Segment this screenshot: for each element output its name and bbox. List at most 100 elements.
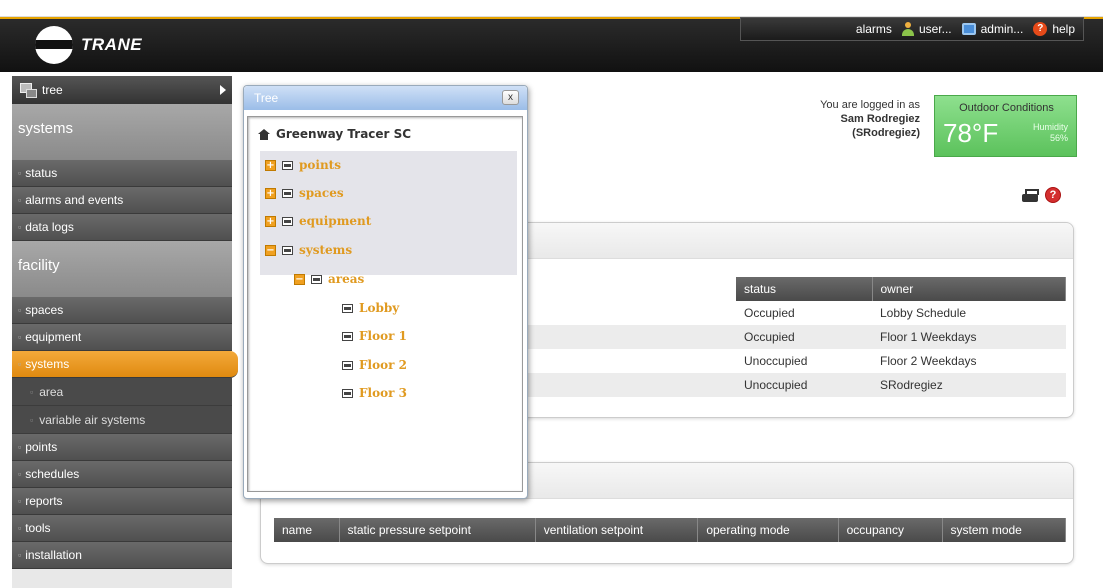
- outdoor-temp: 78°F: [943, 118, 999, 148]
- trane-logo[interactable]: TRANE: [35, 26, 142, 64]
- area-icon: [342, 388, 353, 398]
- sidebar-item-status[interactable]: ▫ status: [12, 160, 232, 187]
- tree-node-points[interactable]: + points: [265, 158, 341, 172]
- col-owner[interactable]: owner: [872, 277, 1066, 301]
- login-line: You are logged in as: [820, 99, 920, 111]
- col-ventilation-setpoint[interactable]: ventilation setpoint: [535, 518, 699, 542]
- expand-icon[interactable]: +: [265, 215, 276, 227]
- cell-owner: SRodregiez: [872, 373, 1066, 397]
- brand-name: TRANE: [81, 35, 143, 54]
- area-icon: [342, 303, 353, 313]
- collapse-icon[interactable]: −: [265, 244, 276, 256]
- close-button[interactable]: x: [502, 90, 519, 105]
- outdoor-title: Outdoor Conditions: [959, 102, 1054, 114]
- sidebar-item-schedules[interactable]: ▫ schedules: [12, 461, 232, 488]
- sidebar-item-label: tools: [25, 521, 51, 535]
- sidebar-subitem-variable-air-systems[interactable]: ▫ variable air systems: [12, 406, 232, 434]
- tree-node-spaces[interactable]: + spaces: [265, 186, 344, 200]
- expand-icon[interactable]: +: [265, 187, 276, 199]
- tree-node-areas[interactable]: − areas: [294, 272, 364, 286]
- cell-owner: Lobby Schedule: [880, 306, 967, 320]
- top-bar: [0, 0, 1103, 17]
- tree-leaf-label: Floor 2: [359, 358, 407, 372]
- sidebar: tree systems ▫ status ▫ alarms and events …: [12, 76, 238, 588]
- login-name: Sam Rodregiez: [840, 113, 920, 125]
- bullet-icon: ▫: [18, 195, 22, 205]
- nav-help-label: help: [1052, 22, 1075, 36]
- sidebar-item-label: alarms and events: [25, 193, 124, 207]
- login-username: (SRodregiez): [852, 127, 920, 139]
- tree-leaf-lobby[interactable]: Lobby: [342, 301, 399, 315]
- folder-icon: [282, 216, 293, 226]
- cell-status: Unoccupied: [736, 373, 872, 397]
- bullet-icon: ▫: [18, 222, 22, 232]
- folder-icon: [311, 274, 322, 284]
- expand-arrow-icon: [220, 85, 226, 95]
- tree-view: Greenway Tracer SC + points + spaces + e…: [247, 116, 523, 492]
- sidebar-item-spaces[interactable]: ▫ spaces: [12, 297, 232, 324]
- sidebar-item-points[interactable]: ▫ points: [12, 434, 232, 461]
- sidebar-item-tools[interactable]: ▫ tools: [12, 515, 232, 542]
- nav-help[interactable]: ? help: [1033, 22, 1075, 36]
- col-status[interactable]: status: [736, 277, 873, 301]
- col-system-mode[interactable]: system mode: [942, 518, 1066, 542]
- area-icon: [342, 331, 353, 341]
- sidebar-item-label: spaces: [25, 303, 64, 317]
- cell-owner: Floor 1 Weekdays: [872, 325, 1066, 349]
- help-icon: ?: [1033, 22, 1048, 36]
- cell-status: Occupied: [744, 306, 795, 320]
- user-icon: [901, 22, 914, 36]
- sidebar-item-alarms-and-events[interactable]: ▫ alarms and events: [12, 187, 232, 214]
- col-name[interactable]: name: [274, 518, 340, 542]
- col-operating-mode[interactable]: operating mode: [697, 518, 839, 542]
- folder-icon: [282, 245, 293, 255]
- vas-table: name static pressure setpoint ventilatio…: [274, 518, 1066, 542]
- bullet-icon: ▫: [30, 386, 34, 397]
- expand-icon[interactable]: +: [265, 159, 276, 171]
- cell-status: Unoccupied: [744, 354, 808, 368]
- tree-node-label: points: [299, 158, 341, 172]
- sidebar-item-label: points: [25, 440, 58, 454]
- outdoor-conditions[interactable]: Outdoor Conditions 78°F Humidity 56%: [934, 95, 1077, 157]
- nav-admin[interactable]: admin...: [961, 22, 1024, 36]
- collapse-icon[interactable]: −: [294, 273, 305, 285]
- tree-leaf-label: Floor 1: [359, 329, 407, 343]
- tree-node-label: spaces: [299, 186, 344, 200]
- monitor-icon: [961, 23, 976, 35]
- tree-node-equipment[interactable]: + equipment: [265, 214, 371, 228]
- sidebar-item-systems[interactable]: ▫ systems: [12, 351, 238, 378]
- sidebar-item-equipment[interactable]: ▫ equipment: [12, 324, 232, 351]
- home-icon: [258, 128, 270, 140]
- tree-node-systems[interactable]: − systems: [265, 243, 352, 257]
- col-static-pressure-setpoint[interactable]: static pressure setpoint: [339, 518, 536, 542]
- tree-node-label: systems: [299, 243, 353, 257]
- tree-window-title: Tree: [254, 91, 279, 105]
- sidebar-subitem-label: area: [39, 384, 64, 399]
- sidebar-item-reports[interactable]: ▫ reports: [12, 488, 232, 515]
- humidity-value: 56%: [1049, 133, 1068, 143]
- nav-user[interactable]: user...: [901, 22, 952, 36]
- tree-root-label: Greenway Tracer SC: [276, 127, 412, 141]
- nav-alarms[interactable]: alarms: [856, 22, 892, 36]
- col-occupancy[interactable]: occupancy: [838, 518, 943, 542]
- tree-leaf-floor-2[interactable]: Floor 2: [342, 358, 407, 372]
- sidebar-item-label: installation: [25, 548, 82, 562]
- sidebar-item-installation[interactable]: ▫ installation: [12, 542, 232, 569]
- tree-leaf-floor-3[interactable]: Floor 3: [342, 386, 407, 400]
- humidity: Humidity 56%: [1033, 122, 1068, 144]
- sidebar-subitem-area[interactable]: ▫ area: [12, 378, 232, 406]
- page-help-icon[interactable]: ?: [1045, 187, 1061, 203]
- area-icon: [342, 360, 353, 370]
- sidebar-item-data-logs[interactable]: ▫ data logs: [12, 214, 232, 241]
- nav-admin-label: admin...: [980, 22, 1024, 36]
- sidebar-item-label: systems: [25, 357, 70, 371]
- print-icon[interactable]: [1022, 189, 1039, 203]
- bullet-icon: ▫: [18, 469, 22, 479]
- tree-leaf-floor-1[interactable]: Floor 1: [342, 329, 407, 343]
- tree-root[interactable]: Greenway Tracer SC: [258, 127, 411, 141]
- tree-window-titlebar[interactable]: Tree x: [244, 86, 527, 110]
- logo-icon: [35, 26, 73, 64]
- tree-toggle[interactable]: tree: [12, 76, 232, 104]
- sidebar-item-label: reports: [25, 494, 63, 508]
- sidebar-item-label: schedules: [25, 467, 80, 481]
